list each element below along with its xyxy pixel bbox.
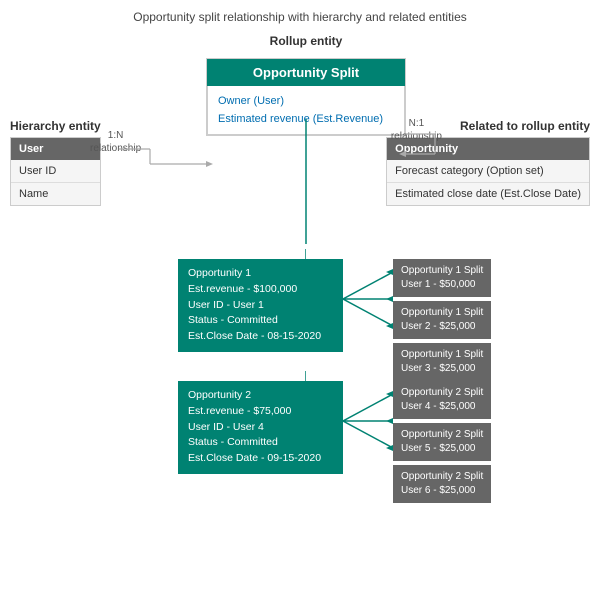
related-field-1: Estimated close date (Est.Close Date) [387, 183, 589, 205]
hierarchy-header: User [11, 138, 100, 160]
opp2-line1: Est.revenue - $75,000 [188, 404, 333, 420]
opp1-line2: User ID - User 1 [188, 298, 333, 314]
rollup-label: Rollup entity [270, 34, 343, 48]
opp2-line0: Opportunity 2 [188, 388, 333, 404]
hierarchy-field-0: User ID [11, 160, 100, 183]
opp1-split-arrows [343, 259, 393, 339]
rollup-header: Opportunity Split [207, 59, 405, 86]
opp1-line1: Est.revenue - $100,000 [188, 282, 333, 298]
top-diagram: Rollup entity Opportunity Split Owner (U… [10, 34, 590, 244]
opp2-line4: Est.Close Date - 09-15-2020 [188, 451, 333, 467]
page-title: Opportunity split relationship with hier… [10, 10, 590, 24]
opp1-line4: Est.Close Date - 08-15-2020 [188, 329, 333, 345]
opp1-line0: Opportunity 1 [188, 266, 333, 282]
rollup-box: Opportunity Split Owner (User) Estimated… [206, 58, 406, 136]
opp2-split-arrows [343, 381, 393, 461]
hierarchy-title: Hierarchy entity [10, 119, 101, 133]
rollup-body: Owner (User) Estimated revenue (Est.Reve… [207, 86, 405, 135]
related-entity-box: Opportunity Forecast category (Option se… [386, 137, 590, 206]
opp2-split1: Opportunity 2 Split User 5 - $25,000 [393, 423, 491, 461]
rollup-field-0: Owner (User) [218, 92, 394, 110]
opp1-split1: Opportunity 1 Split User 2 - $25,000 [393, 301, 491, 339]
opp2-split2: Opportunity 2 Split User 6 - $25,000 [393, 465, 491, 503]
rel-right-label: N:1 relationship [391, 117, 442, 143]
opp2-line3: Status - Committed [188, 435, 333, 451]
opp1-line3: Status - Committed [188, 313, 333, 329]
opp1-box: Opportunity 1 Est.revenue - $100,000 Use… [178, 259, 343, 352]
hierarchy-body: User ID Name [11, 160, 100, 205]
hierarchy-section: Hierarchy entity User User ID Name [10, 119, 101, 206]
opp1-split0: Opportunity 1 Split User 1 - $50,000 [393, 259, 491, 297]
related-body: Forecast category (Option set) Estimated… [387, 160, 589, 205]
hierarchy-field-1: Name [11, 183, 100, 205]
page: Opportunity split relationship with hier… [0, 0, 600, 610]
opp2-split0: Opportunity 2 Split User 4 - $25,000 [393, 381, 491, 419]
related-field-0: Forecast category (Option set) [387, 160, 589, 183]
bottom-diagram: Opportunity 1 Est.revenue - $100,000 Use… [10, 249, 590, 471]
hierarchy-entity-box: User User ID Name [10, 137, 101, 206]
opp2-box: Opportunity 2 Est.revenue - $75,000 User… [178, 381, 343, 474]
rollup-field-1: Estimated revenue (Est.Revenue) [218, 110, 394, 128]
opp2-line2: User ID - User 4 [188, 420, 333, 436]
rel-left-label: 1:N relationship [90, 129, 141, 155]
